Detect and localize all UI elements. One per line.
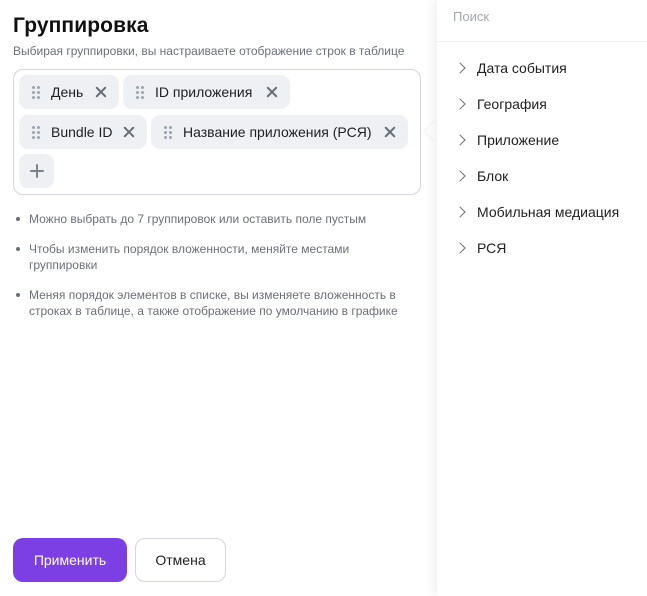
hint-item: Чтобы изменить порядок вложенности, меня… (13, 241, 358, 273)
close-icon[interactable] (123, 126, 135, 138)
chevron-right-icon (454, 134, 466, 146)
drag-handle-icon[interactable] (32, 125, 40, 139)
chevron-right-icon (454, 170, 466, 182)
close-icon[interactable] (266, 86, 278, 98)
category-label: РСЯ (477, 240, 507, 256)
apply-button[interactable]: Применить (13, 538, 127, 582)
category-label: География (477, 96, 547, 112)
category-label: Приложение (477, 132, 560, 148)
close-icon[interactable] (384, 126, 396, 138)
category-label: Блок (477, 168, 509, 184)
chip-label: ID приложения (155, 84, 253, 100)
page-title: Группировка (13, 14, 149, 37)
category-label: Мобильная медиация (477, 204, 620, 220)
category-event-date[interactable]: Дата события (437, 54, 647, 82)
chip-label: Название приложения (РСЯ) (183, 124, 372, 140)
grouping-chip-app-name[interactable]: Название приложения (РСЯ) (151, 115, 408, 149)
grouping-panel: Группировка Выбирая группировки, вы наст… (0, 0, 437, 596)
chevron-right-icon (454, 98, 466, 110)
hints-list: Можно выбрать до 7 группировок или остав… (13, 211, 423, 333)
search-input[interactable] (453, 6, 633, 26)
category-geography[interactable]: География (437, 90, 647, 118)
category-label: Дата события (477, 60, 567, 76)
category-block[interactable]: Блок (437, 162, 647, 190)
chevron-right-icon (454, 206, 466, 218)
add-grouping-button[interactable] (19, 154, 54, 188)
grouping-chip-day[interactable]: День (19, 75, 119, 109)
chip-label: Bundle ID (51, 124, 113, 140)
chip-label: День (51, 84, 84, 100)
category-application[interactable]: Приложение (437, 126, 647, 154)
drag-handle-icon[interactable] (136, 85, 144, 99)
category-rsya[interactable]: РСЯ (437, 234, 647, 262)
close-icon[interactable] (95, 86, 107, 98)
chevron-right-icon (454, 62, 466, 74)
chevron-right-icon (454, 242, 466, 254)
hint-item: Меняя порядок элементов в списке, вы изм… (13, 287, 413, 319)
page-subtitle: Выбирая группировки, вы настраиваете ото… (13, 44, 405, 58)
search-bar (437, 0, 647, 42)
selected-groupings-box[interactable]: День ID приложения Bundle ID Название пр… (13, 69, 421, 195)
cancel-button[interactable]: Отмена (135, 538, 226, 582)
category-mobile-mediation[interactable]: Мобильная медиация (437, 198, 647, 226)
hint-item: Можно выбрать до 7 группировок или остав… (13, 211, 423, 227)
drag-handle-icon[interactable] (32, 85, 40, 99)
grouping-dialog: Группировка Выбирая группировки, вы наст… (0, 0, 647, 596)
grouping-picker-panel: Дата события География Приложение Блок М… (437, 0, 647, 596)
drag-handle-icon[interactable] (164, 125, 172, 139)
grouping-chip-app-id[interactable]: ID приложения (123, 75, 290, 109)
grouping-chip-bundle-id[interactable]: Bundle ID (19, 115, 147, 149)
